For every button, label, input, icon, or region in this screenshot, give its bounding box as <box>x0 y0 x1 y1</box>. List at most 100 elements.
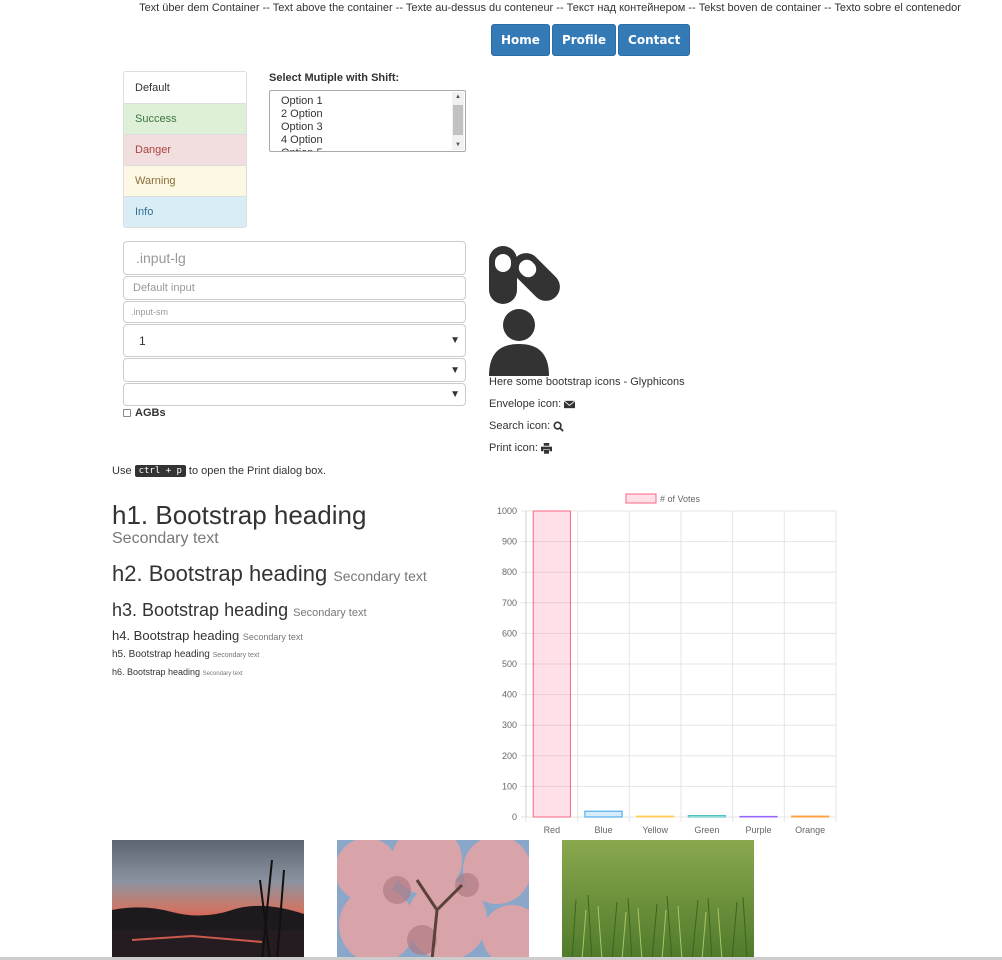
list-group: Default Success Danger Warning Info <box>123 71 247 228</box>
default-input[interactable]: Default input <box>123 276 466 300</box>
list-item-warning[interactable]: Warning <box>124 165 246 196</box>
envelope-icon <box>564 399 576 408</box>
envelope-label: Envelope icon: <box>489 398 562 410</box>
print-row: Print icon: <box>489 442 552 454</box>
multi-select-option[interactable]: Option 1 <box>281 95 323 108</box>
bar-chart: 0 100 200 300 400 500 600 700 800 900 1000 Red Blue Y… <box>497 493 837 835</box>
select-default[interactable]: ▼ <box>123 358 466 382</box>
multi-select-options: Option 12 OptionOption 34 OptionOption 5 <box>281 95 323 151</box>
h5-text: h5. Bootstrap heading <box>112 649 210 660</box>
multi-select-scrollbar[interactable]: ▲ ▼ <box>452 92 464 150</box>
legend-label: # of Votes <box>660 494 701 504</box>
print-icon <box>540 442 552 454</box>
print-label: Print icon: <box>489 442 538 454</box>
h1-secondary: Secondary text <box>112 530 219 547</box>
y-tick-label: 100 <box>502 781 517 791</box>
multi-select-option[interactable]: Option 5 <box>281 147 323 151</box>
bar-yellow <box>636 815 675 818</box>
y-tick-label: 300 <box>502 720 517 730</box>
x-tick-label: Green <box>694 825 719 835</box>
y-tick-label: 400 <box>502 690 517 700</box>
input-sm[interactable]: .input-sm <box>123 301 466 323</box>
search-row: Search icon: <box>489 420 564 432</box>
kbd-after: to open the Print dialog box. <box>188 465 326 477</box>
bar-green <box>687 814 726 818</box>
x-tick-label: Blue <box>594 825 612 835</box>
select-lg[interactable]: 1 ▼ <box>123 324 466 357</box>
heading-h5: h5. Bootstrap heading Secondary text <box>112 649 259 660</box>
x-tick-label: Yellow <box>642 825 668 835</box>
list-item-default[interactable]: Default <box>124 72 246 103</box>
kbd-before: Use <box>112 465 132 477</box>
heading-h1: h1. Bootstrap heading Secondary text <box>112 500 366 548</box>
h1-text: h1. Bootstrap heading <box>112 500 367 530</box>
dropdown-caret-icon: ▼ <box>450 364 460 376</box>
heading-h2: h2. Bootstrap heading Secondary text <box>112 561 427 587</box>
multi-select[interactable]: Option 12 OptionOption 34 OptionOption 5… <box>269 90 466 152</box>
list-item-info[interactable]: Info <box>124 196 246 227</box>
h6-secondary: Secondary text <box>202 671 243 677</box>
multi-select-option[interactable]: Option 3 <box>281 121 323 134</box>
h2-secondary: Secondary text <box>333 568 427 584</box>
h2-text: h2. Bootstrap heading <box>112 561 328 586</box>
x-tick-label: Orange <box>795 825 825 835</box>
list-item-success[interactable]: Success <box>124 103 246 134</box>
dropdown-caret-icon: ▼ <box>450 335 460 346</box>
multi-select-option[interactable]: 2 Option <box>281 108 323 121</box>
bar-red <box>532 510 571 818</box>
multi-select-option[interactable]: 4 Option <box>281 134 323 147</box>
h3-secondary: Secondary text <box>293 607 367 619</box>
envelope-row: Envelope icon: <box>489 398 576 410</box>
bar-blue <box>584 810 623 818</box>
legend-swatch <box>625 493 657 504</box>
bar-purple <box>739 815 778 818</box>
scroll-thumb[interactable] <box>453 105 463 135</box>
pill-icon <box>489 246 560 304</box>
search-icon <box>553 420 564 432</box>
default-input-placeholder: Default input <box>133 282 195 294</box>
user-icon <box>489 309 549 376</box>
cherry-blossom-photo <box>337 840 529 960</box>
kbd-line: Use ctrl + p to open the Print dialog bo… <box>112 465 326 477</box>
nav-contact-button[interactable]: Contact <box>618 24 691 56</box>
h4-text: h4. Bootstrap heading <box>112 628 240 643</box>
h3-text: h3. Bootstrap heading <box>112 600 289 620</box>
input-lg[interactable]: .input-lg <box>123 241 466 275</box>
scroll-down-icon[interactable]: ▼ <box>452 140 464 150</box>
sunset-lake-photo <box>112 840 304 960</box>
heading-h3: h3. Bootstrap heading Secondary text <box>112 600 367 621</box>
heading-h6: h6. Bootstrap heading Secondary text <box>112 667 243 677</box>
glyph-caption: Here some bootstrap icons - Glyphicons <box>489 376 685 388</box>
y-tick-label: 200 <box>502 751 517 761</box>
navbar: Home Profile Contact <box>491 24 691 56</box>
h4-secondary: Secondary text <box>242 632 303 642</box>
multi-select-label: Select Mutiple with Shift: <box>269 72 400 84</box>
y-tick-label: 0 <box>512 812 517 822</box>
heading-h4: h4. Bootstrap heading Secondary text <box>112 628 303 643</box>
select-sm[interactable]: ▼ <box>123 383 466 406</box>
y-tick-label: 1000 <box>497 506 517 516</box>
kbd-shortcut: ctrl + p <box>134 465 186 477</box>
input-lg-placeholder: .input-lg <box>136 250 186 266</box>
scroll-up-icon[interactable]: ▲ <box>452 92 464 102</box>
y-tick-label: 800 <box>502 567 517 577</box>
select-lg-value: 1 <box>139 333 146 348</box>
bar-orange <box>791 815 830 818</box>
h6-text: h6. Bootstrap heading <box>112 667 201 677</box>
nav-profile-button[interactable]: Profile <box>551 24 617 56</box>
x-tick-label: Red <box>544 825 561 835</box>
h5-secondary: Secondary text <box>212 652 260 659</box>
nav-home-button[interactable]: Home <box>491 24 550 56</box>
agb-checkbox[interactable] <box>123 409 131 417</box>
y-tick-label: 500 <box>502 659 517 669</box>
input-sm-placeholder: .input-sm <box>131 307 169 317</box>
dropdown-caret-icon: ▼ <box>450 389 460 400</box>
grass-field-photo <box>562 840 754 960</box>
agb-label: AGBs <box>135 407 166 419</box>
top-text: Text über dem Container -- Text above th… <box>139 2 961 14</box>
search-label: Search icon: <box>489 420 551 432</box>
y-tick-label: 600 <box>502 628 517 638</box>
x-tick-label: Purple <box>745 825 771 835</box>
list-item-danger[interactable]: Danger <box>124 134 246 165</box>
y-tick-label: 700 <box>502 598 517 608</box>
